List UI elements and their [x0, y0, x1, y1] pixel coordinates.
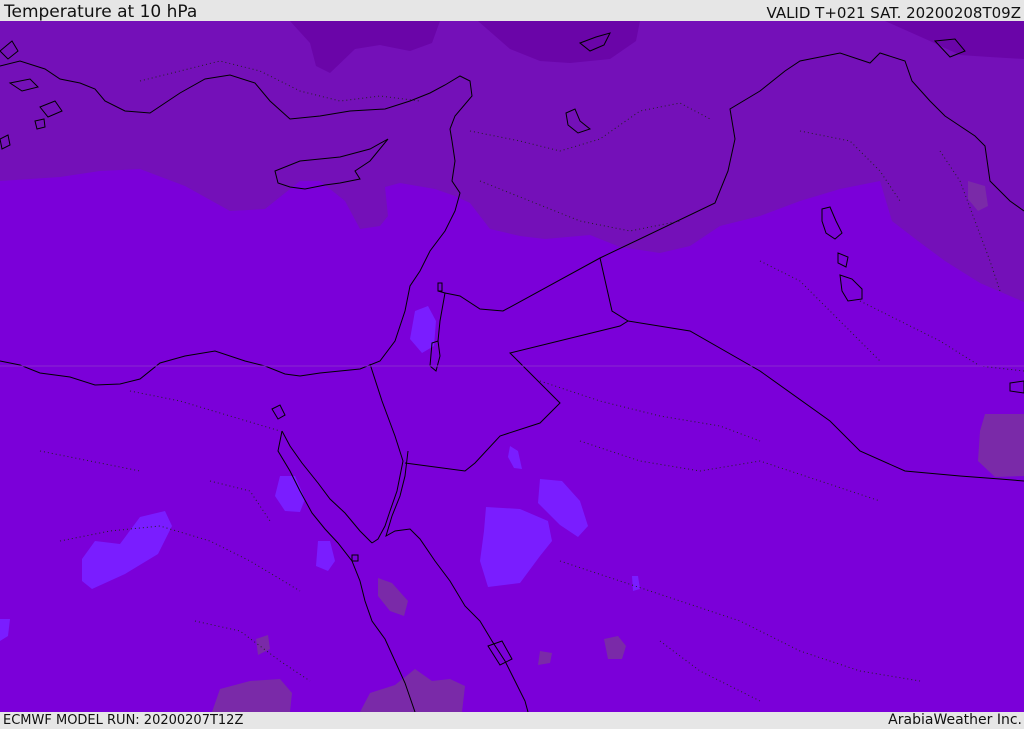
- valid-time: VALID T+021 SAT. 20200208T09Z: [766, 4, 1021, 22]
- header-bar: Temperature at 10 hPa VALID T+021 SAT. 2…: [0, 0, 1024, 21]
- map-canvas: [0, 21, 1024, 712]
- model-run-label: ECMWF MODEL RUN: 20200207T12Z: [3, 713, 244, 728]
- temperature-map: [0, 21, 1024, 712]
- cool-blob-south-2: [538, 651, 552, 665]
- credit-label: ArabiaWeather Inc.: [888, 712, 1022, 728]
- footer-bar: ECMWF MODEL RUN: 20200207T12Z ArabiaWeat…: [0, 712, 1024, 729]
- map-title: Temperature at 10 hPa: [4, 2, 198, 22]
